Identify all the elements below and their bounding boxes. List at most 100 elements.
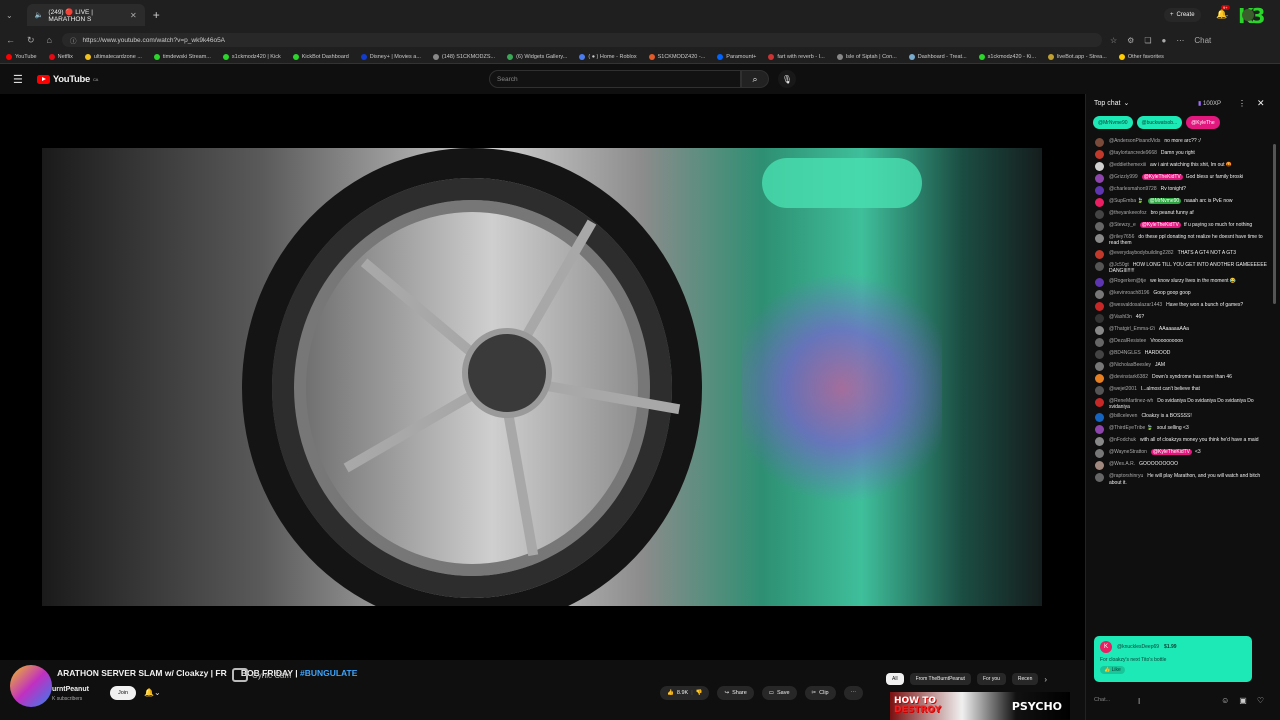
chat-author[interactable]: @BD4NGLES — [1109, 350, 1141, 356]
more-icon[interactable]: ⋯ — [1176, 36, 1184, 45]
chat-author[interactable]: @Vashl3n — [1109, 314, 1132, 320]
bookmark-item[interactable]: ultimatecardzone ... — [79, 53, 148, 60]
chat-message[interactable]: @eddiethemexiii aw i aint watching this s… — [1086, 162, 1274, 171]
chip-all[interactable]: All — [886, 673, 904, 685]
refresh-icon[interactable]: ↻ — [27, 35, 35, 46]
copilot-label[interactable]: Chat — [1194, 36, 1211, 45]
more-actions-button[interactable]: ⋯ — [843, 686, 864, 700]
chip-for-you[interactable]: For you — [976, 673, 1006, 685]
bookmark-item[interactable]: Dashboard - Treat... — [903, 53, 973, 60]
chat-author[interactable]: @taylortancrede9668 — [1109, 150, 1157, 156]
bell-icon[interactable]: 🔔 9+ — [1216, 5, 1230, 20]
extensions-icon[interactable]: ⚙ — [1127, 36, 1134, 45]
favorite-icon[interactable]: ☆ — [1110, 36, 1117, 45]
avatar[interactable] — [1242, 9, 1254, 21]
chat-input[interactable]: Chat... ☺ ▣ ♡ — [1094, 692, 1264, 708]
url-input[interactable]: ⓘ https://www.youtube.com/watch?v=p_wk9k… — [61, 33, 1102, 47]
chat-author[interactable]: @theyankeeofoz — [1109, 210, 1147, 216]
gift-icon[interactable]: ▣ — [1239, 696, 1247, 705]
bookmark-item[interactable]: (148) S1CKMODZS... — [427, 53, 501, 60]
chat-author[interactable]: @Stewzy_e — [1109, 222, 1136, 228]
tab-list-icon[interactable]: ⌄ — [6, 11, 13, 20]
channel-avatar[interactable] — [10, 665, 52, 707]
chat-author[interactable]: @wesvaldosalazar1443 — [1109, 302, 1162, 308]
channel-name[interactable]: urntPeanut — [52, 686, 89, 693]
chat-message[interactable]: @wejet2001 I...almost can't believe that — [1086, 385, 1274, 395]
audio-icon[interactable]: 🔈 — [35, 11, 44, 19]
close-tab-icon[interactable]: ✕ — [130, 11, 137, 20]
save-button[interactable]: ▭ Save — [761, 686, 797, 700]
bookmark-item[interactable]: (6) Widgets Gallery... — [501, 53, 573, 60]
like-button[interactable]: 👍 8.9K | 👎 — [660, 686, 710, 700]
bookmark-item[interactable]: timdewski Stream... — [148, 53, 217, 60]
chip-recent[interactable]: Recen — [1011, 673, 1039, 685]
chat-author[interactable]: @wejet2001 — [1109, 386, 1137, 392]
chat-message[interactable]: @Wes.A.R. GOOOOOOOOO — [1086, 461, 1274, 471]
chat-message[interactable]: @SupEmba 🍃 @MrNvme90 naaah arc is PvE now — [1086, 198, 1274, 207]
chat-message[interactable]: @charlesmahon9728 Rv tonight? — [1086, 186, 1274, 195]
chat-author[interactable]: @raptorshinryu — [1109, 473, 1143, 479]
chat-message[interactable]: @DezalResistee Vroooooooooo — [1086, 337, 1274, 347]
chat-message[interactable]: @Stewzy_e @KyleTheKidTV tf u paying so muc… — [1086, 222, 1274, 231]
notification-bell-icon[interactable]: 🔔⌄ — [144, 688, 161, 697]
site-info-icon[interactable]: ⓘ — [70, 35, 77, 45]
chat-message[interactable]: @kevinroach8196 Goop goop goop — [1086, 289, 1274, 299]
chat-message[interactable]: @riley7656 do these ppl donating not real… — [1086, 234, 1274, 247]
back-icon[interactable]: ← — [6, 35, 15, 46]
join-button[interactable]: Join — [110, 686, 136, 700]
chat-message[interactable]: @WayneStratton @KyleTheKidTV <3 — [1086, 449, 1274, 459]
chat-author[interactable]: @Rogerken@tje — [1109, 278, 1146, 284]
clip-button[interactable]: ✂ Clip — [804, 686, 836, 700]
bookmark-item[interactable]: s1ckmodz420 - Ki... — [973, 53, 1042, 60]
bookmark-item[interactable]: Paramount+ — [711, 53, 762, 60]
chat-author[interactable]: @AndersonPixandVids — [1109, 138, 1160, 144]
share-button[interactable]: ↪ Share — [717, 686, 754, 700]
chat-author[interactable]: @everydaybodybuilding2282 — [1109, 250, 1174, 256]
chat-message[interactable]: @AndersonPixandVids no more arc?? :/ — [1086, 138, 1274, 147]
bookmark-item[interactable]: fart with reverb - I... — [762, 53, 830, 60]
bookmark-item[interactable]: ( ● ) Home - Roblox — [573, 53, 642, 60]
chat-author[interactable]: @ThirdEyeTribe 🍃 — [1109, 425, 1153, 431]
youtube-logo[interactable]: YouTube CA — [36, 74, 98, 85]
bookmark-item[interactable]: Netflix — [43, 53, 79, 60]
chat-message[interactable]: @taylortancrede9668 Damn you right — [1086, 150, 1274, 159]
bookmark-item[interactable]: S1CKMODZ420 -... — [643, 53, 712, 60]
chat-message[interactable]: @nFodchuk with all of cloakzys money you … — [1086, 437, 1274, 447]
emoji-icon[interactable]: ☺ — [1221, 696, 1229, 705]
chat-author[interactable]: @SupEmba 🍃 — [1109, 198, 1144, 204]
chat-author[interactable]: @Grizzly999 — [1109, 174, 1138, 180]
bookmark-item[interactable]: Other favorites — [1113, 53, 1170, 60]
recommended-thumbnail[interactable]: HOW TO DESTROY PSYCHO — [890, 692, 1070, 720]
chat-message[interactable]: @raptorshinryu He will play Marathon, and… — [1086, 473, 1274, 486]
home-icon[interactable]: ⌂ — [47, 35, 52, 46]
chip-channel[interactable]: From TheBurntPeanut — [909, 673, 971, 685]
close-chat-icon[interactable]: ✕ — [1257, 98, 1265, 109]
collections-icon[interactable]: ❏ — [1144, 36, 1151, 45]
menu-icon[interactable]: ☰ — [13, 73, 23, 86]
chat-message[interactable]: @theyankeeofoz bro peanut funny af — [1086, 210, 1274, 219]
chat-author[interactable]: @DezalResistee — [1109, 338, 1146, 344]
create-button[interactable]: + Create — [1164, 8, 1201, 22]
chat-author[interactable]: @Wes.A.R. — [1109, 461, 1135, 467]
browser-tab[interactable]: 🔈 (249) 🔴 LIVE | MARATHON S ✕ — [26, 4, 145, 26]
chat-message[interactable]: @Grizzly999 @KyleTheKidTV God bless ur fam… — [1086, 174, 1274, 183]
chevron-right-icon[interactable]: › — [1044, 675, 1047, 684]
chat-author[interactable]: @nFodchuk — [1109, 437, 1136, 443]
chat-message[interactable]: @ThirdEyeTribe 🍃 soul selling <3 — [1086, 425, 1274, 435]
search-input[interactable]: Search — [489, 70, 741, 88]
search-icon[interactable]: ⌕ — [741, 70, 769, 88]
chat-scrollbar[interactable] — [1273, 144, 1276, 304]
chat-message[interactable]: @wesvaldosalazar1443 Have they won a bunc… — [1086, 301, 1274, 311]
chat-message[interactable]: @Thatgirl_Emma-t2i AAaaaaaAAa — [1086, 325, 1274, 335]
chat-more-icon[interactable]: ⋮ — [1238, 99, 1246, 108]
bookmark-item[interactable]: s1ckmodz420 | Kick — [217, 53, 287, 60]
donor-chip[interactable]: @buckwatsob... — [1136, 116, 1183, 129]
chat-author[interactable]: @charlesmahon9728 — [1109, 186, 1157, 192]
donor-chip[interactable]: @KyleThe — [1186, 116, 1220, 129]
chat-author[interactable]: @devinstark6382 — [1109, 374, 1148, 380]
chat-author[interactable]: @WayneStratton — [1109, 449, 1147, 455]
chat-author[interactable]: @Thatgirl_Emma-t2i — [1109, 326, 1155, 332]
bookmark-item[interactable]: YouTube — [0, 53, 43, 60]
superchat-like-button[interactable]: 👍 Like — [1100, 666, 1125, 674]
bookmark-item[interactable]: Disney+ | Movies a... — [355, 53, 427, 60]
